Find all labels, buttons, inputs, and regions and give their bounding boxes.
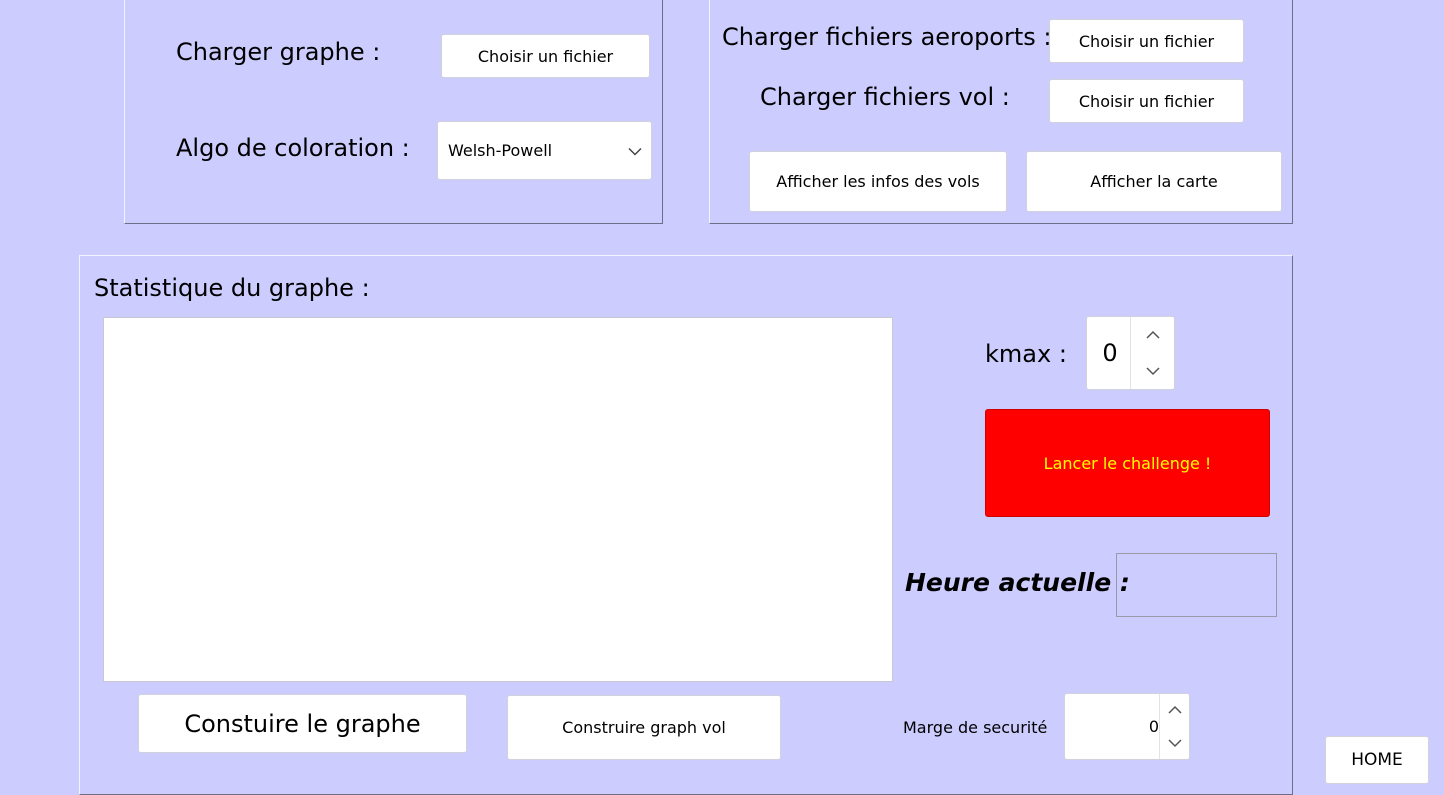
- safety-margin-spinner[interactable]: 0: [1064, 693, 1190, 760]
- current-time-label: Heure actuelle :: [905, 568, 1130, 597]
- graph-load-panel: Charger graphe : Choisir un fichier Algo…: [124, 0, 663, 224]
- show-map-button[interactable]: Afficher la carte: [1026, 151, 1282, 212]
- flights-file-label: Charger fichiers vol :: [760, 83, 1010, 111]
- kmax-value: 0: [1102, 339, 1118, 367]
- chevron-up-icon[interactable]: [1160, 694, 1189, 727]
- safety-margin-label: Marge de securité: [903, 718, 1048, 737]
- kmax-label: kmax :: [985, 340, 1067, 368]
- chevron-down-icon: [627, 141, 643, 160]
- flight-files-panel: Charger fichiers aeroports : Choisir un …: [709, 0, 1293, 224]
- chevron-down-icon[interactable]: [1131, 353, 1174, 389]
- build-flight-graph-button[interactable]: Construire graph vol: [507, 695, 781, 760]
- coloring-algo-label: Algo de coloration :: [176, 134, 410, 162]
- choose-graph-file-button[interactable]: Choisir un fichier: [441, 34, 650, 78]
- launch-challenge-button[interactable]: Lancer le challenge !: [985, 409, 1270, 517]
- coloring-algo-select[interactable]: Welsh-Powell: [437, 121, 652, 180]
- kmax-spinner[interactable]: 0: [1086, 316, 1175, 390]
- choose-flights-file-button[interactable]: Choisir un fichier: [1049, 79, 1244, 123]
- airports-file-label: Charger fichiers aeroports :: [722, 23, 1052, 51]
- graph-stats-panel: Statistique du graphe : kmax : 0 Lancer …: [79, 255, 1293, 795]
- build-graph-button[interactable]: Constuire le graphe: [138, 694, 467, 753]
- show-flight-info-button[interactable]: Afficher les infos des vols: [749, 151, 1007, 212]
- current-time-display: [1116, 553, 1277, 617]
- chevron-up-icon[interactable]: [1131, 317, 1174, 353]
- graph-stats-textarea[interactable]: [103, 317, 893, 682]
- graph-stats-title: Statistique du graphe :: [94, 274, 370, 302]
- chevron-down-icon[interactable]: [1160, 727, 1189, 760]
- choose-airports-file-button[interactable]: Choisir un fichier: [1049, 19, 1244, 63]
- load-graph-label: Charger graphe :: [176, 38, 381, 66]
- safety-margin-value: 0: [1148, 717, 1159, 736]
- coloring-algo-selected-value: Welsh-Powell: [448, 141, 553, 160]
